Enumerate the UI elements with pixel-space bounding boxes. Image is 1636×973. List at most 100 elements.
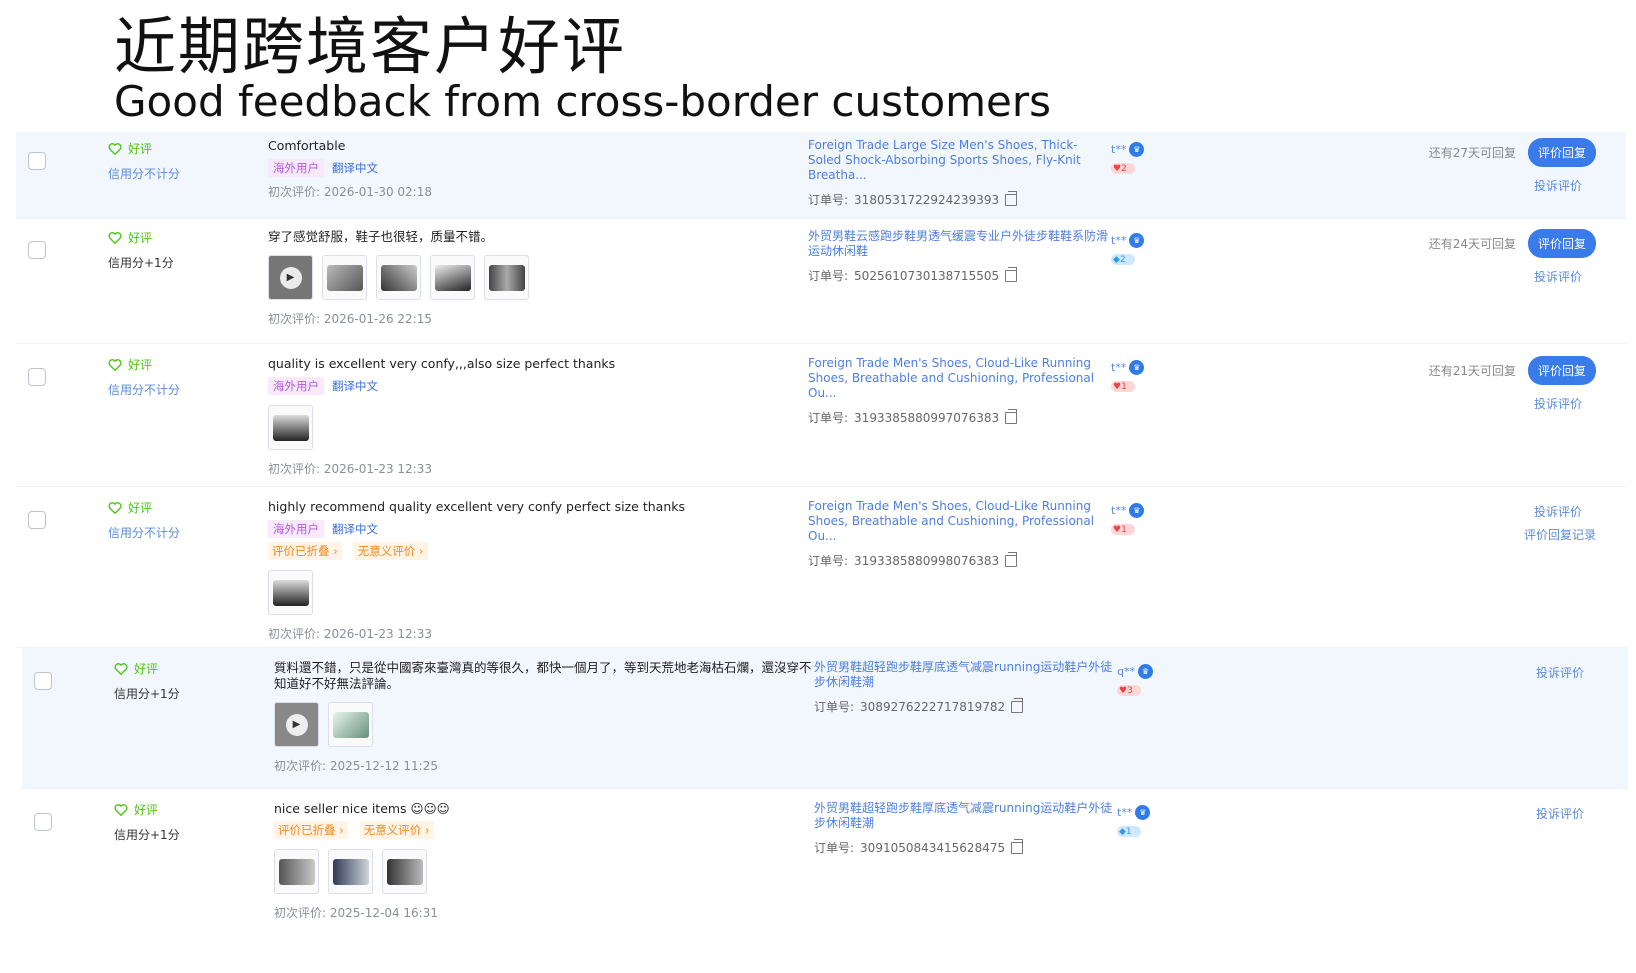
row-checkbox[interactable]: [28, 152, 46, 170]
order-prefix: 订单号:: [808, 269, 849, 283]
date-prefix: 初次评价:: [268, 312, 324, 326]
row-checkbox[interactable]: [28, 368, 46, 386]
review-image[interactable]: [484, 255, 529, 300]
review-content: quality is excellent very confy,,,also s…: [268, 356, 808, 477]
review-image[interactable]: [328, 702, 373, 747]
buyer-name[interactable]: t**: [1111, 143, 1126, 156]
product-title-link[interactable]: 外贸男鞋云感跑步鞋男透气缓震专业户外徒步鞋鞋系防滑运动休闲鞋: [808, 229, 1108, 259]
review-image[interactable]: [376, 255, 421, 300]
order-prefix: 订单号:: [808, 411, 849, 425]
credit-score: 信用分+1分: [114, 687, 180, 701]
translate-link[interactable]: 翻译中文: [332, 160, 378, 176]
product-cell: 外贸男鞋超轻跑步鞋厚底透气减震running运动鞋户外徒步休闲鞋潮 订单号: 3…: [814, 660, 1114, 715]
folded-review-tag[interactable]: 评价已折叠 ›: [268, 542, 342, 560]
shoe-image: [386, 858, 423, 885]
reply-button[interactable]: 评价回复: [1527, 356, 1596, 385]
buyer-name[interactable]: t**: [1111, 361, 1126, 374]
buyer-name[interactable]: t**: [1117, 806, 1132, 819]
ops-cell: 投诉评价: [1536, 664, 1598, 681]
meaningless-review-tag[interactable]: 无意义评价 ›: [353, 542, 428, 560]
product-cell: Foreign Trade Large Size Men's Shoes, Th…: [808, 138, 1108, 208]
complain-link[interactable]: 投诉评价: [1536, 805, 1584, 822]
first-review-date: 初次评价: 2026-01-30 02:18: [268, 183, 808, 200]
credit-score: 信用分+1分: [108, 256, 174, 270]
review-video[interactable]: ▶: [274, 702, 319, 747]
buyer-name[interactable]: q**: [1117, 665, 1135, 678]
translate-link[interactable]: 翻译中文: [332, 521, 378, 537]
reply-remaining: 还有21天可回复: [1428, 364, 1516, 378]
date-value: 2026-01-23 12:33: [323, 462, 432, 476]
translate-link[interactable]: 翻译中文: [332, 378, 378, 394]
review-image[interactable]: [430, 255, 475, 300]
complain-link[interactable]: 投诉评价: [1429, 395, 1582, 412]
review-image[interactable]: [268, 405, 313, 450]
copy-icon[interactable]: [1005, 551, 1018, 567]
review-image[interactable]: [268, 570, 313, 615]
meaningless-review-tag[interactable]: 无意义评价 ›: [359, 821, 434, 839]
buyer-level-badge: ♥ 1: [1111, 381, 1135, 392]
copy-icon[interactable]: [1005, 266, 1018, 282]
good-rating-label: 好评: [134, 803, 159, 817]
good-rating-icon: [108, 358, 122, 371]
row-checkbox[interactable]: [34, 672, 52, 690]
credit-score: 信用分不计分: [108, 383, 181, 397]
order-prefix: 订单号:: [808, 554, 849, 568]
row-checkbox[interactable]: [28, 511, 46, 529]
row-checkbox[interactable]: [34, 813, 52, 831]
date-value: 2025-12-04 16:31: [329, 906, 438, 920]
folded-review-tag[interactable]: 评价已折叠 ›: [274, 821, 348, 839]
buyer-name[interactable]: t**: [1111, 504, 1126, 517]
good-rating: 好评: [114, 660, 180, 677]
product-cell: Foreign Trade Men's Shoes, Cloud-Like Ru…: [808, 499, 1108, 569]
complain-link[interactable]: 投诉评价: [1536, 664, 1584, 681]
complain-link[interactable]: 投诉评价: [1429, 268, 1582, 285]
complain-link[interactable]: 投诉评价: [1429, 177, 1582, 194]
rating-cell: 好评 信用分不计分: [108, 499, 180, 541]
review-row: 好评 信用分不计分 Comfortable 海外用户 翻译中文 初次评价: 20…: [16, 132, 1626, 219]
product-title-link[interactable]: Foreign Trade Men's Shoes, Cloud-Like Ru…: [808, 356, 1108, 401]
review-image[interactable]: [382, 849, 427, 894]
product-title-link[interactable]: 外贸男鞋超轻跑步鞋厚底透气减震running运动鞋户外徒步休闲鞋潮: [814, 660, 1114, 690]
copy-icon[interactable]: [1011, 838, 1024, 854]
buyer-name[interactable]: t**: [1111, 234, 1126, 247]
good-rating-icon: [108, 501, 122, 514]
review-row: 好评 信用分+1分 質料還不錯，只是從中國寄來臺灣真的等很久，都快一個月了，等到…: [22, 648, 1628, 789]
good-rating-label: 好评: [128, 142, 153, 156]
shoe-image: [488, 264, 525, 291]
overseas-user-tag: 海外用户: [268, 377, 324, 395]
buyer-cell: t** ♛ ◆ 1: [1117, 805, 1151, 837]
review-row: 好评 信用分不计分 quality is excellent very conf…: [16, 344, 1626, 487]
shoe-image: [272, 579, 309, 606]
good-rating-icon: [108, 231, 122, 244]
review-image[interactable]: [328, 849, 373, 894]
review-image[interactable]: [322, 255, 367, 300]
ops-cell: 还有27天可回复 评价回复 投诉评价: [1429, 138, 1596, 194]
copy-icon[interactable]: [1005, 408, 1018, 424]
good-rating-label: 好评: [128, 501, 153, 515]
copy-icon[interactable]: [1005, 190, 1018, 206]
reply-button[interactable]: 评价回复: [1527, 229, 1596, 258]
date-value: 2026-01-30 02:18: [323, 185, 432, 199]
good-rating-icon: [114, 662, 128, 675]
good-rating-icon: [114, 803, 128, 816]
product-title-link[interactable]: Foreign Trade Large Size Men's Shoes, Th…: [808, 138, 1108, 183]
rating-cell: 好评 信用分不计分: [108, 140, 180, 182]
order-value: 3193385880998076383: [854, 553, 1000, 568]
review-content: highly recommend quality excellent very …: [268, 499, 808, 642]
shoe-image: [332, 858, 369, 885]
copy-icon[interactable]: [1011, 697, 1024, 713]
date-prefix: 初次评价:: [268, 185, 324, 199]
review-image[interactable]: [274, 849, 319, 894]
product-title-link[interactable]: Foreign Trade Men's Shoes, Cloud-Like Ru…: [808, 499, 1108, 544]
complain-link[interactable]: 投诉评价: [1524, 503, 1582, 520]
row-checkbox[interactable]: [28, 241, 46, 259]
vip-icon: ♛: [1129, 360, 1145, 375]
order-number: 订单号: 3193385880998076383: [808, 551, 1108, 569]
ops-cell: 投诉评价: [1536, 805, 1598, 822]
reply-record-link[interactable]: 评价回复记录: [1524, 526, 1596, 543]
product-cell: 外贸男鞋超轻跑步鞋厚底透气减震running运动鞋户外徒步休闲鞋潮 订单号: 3…: [814, 801, 1114, 856]
buyer-level: 1: [1121, 381, 1127, 392]
product-title-link[interactable]: 外贸男鞋超轻跑步鞋厚底透气减震running运动鞋户外徒步休闲鞋潮: [814, 801, 1114, 831]
reply-button[interactable]: 评价回复: [1527, 138, 1596, 167]
review-video[interactable]: ▶: [268, 255, 313, 300]
